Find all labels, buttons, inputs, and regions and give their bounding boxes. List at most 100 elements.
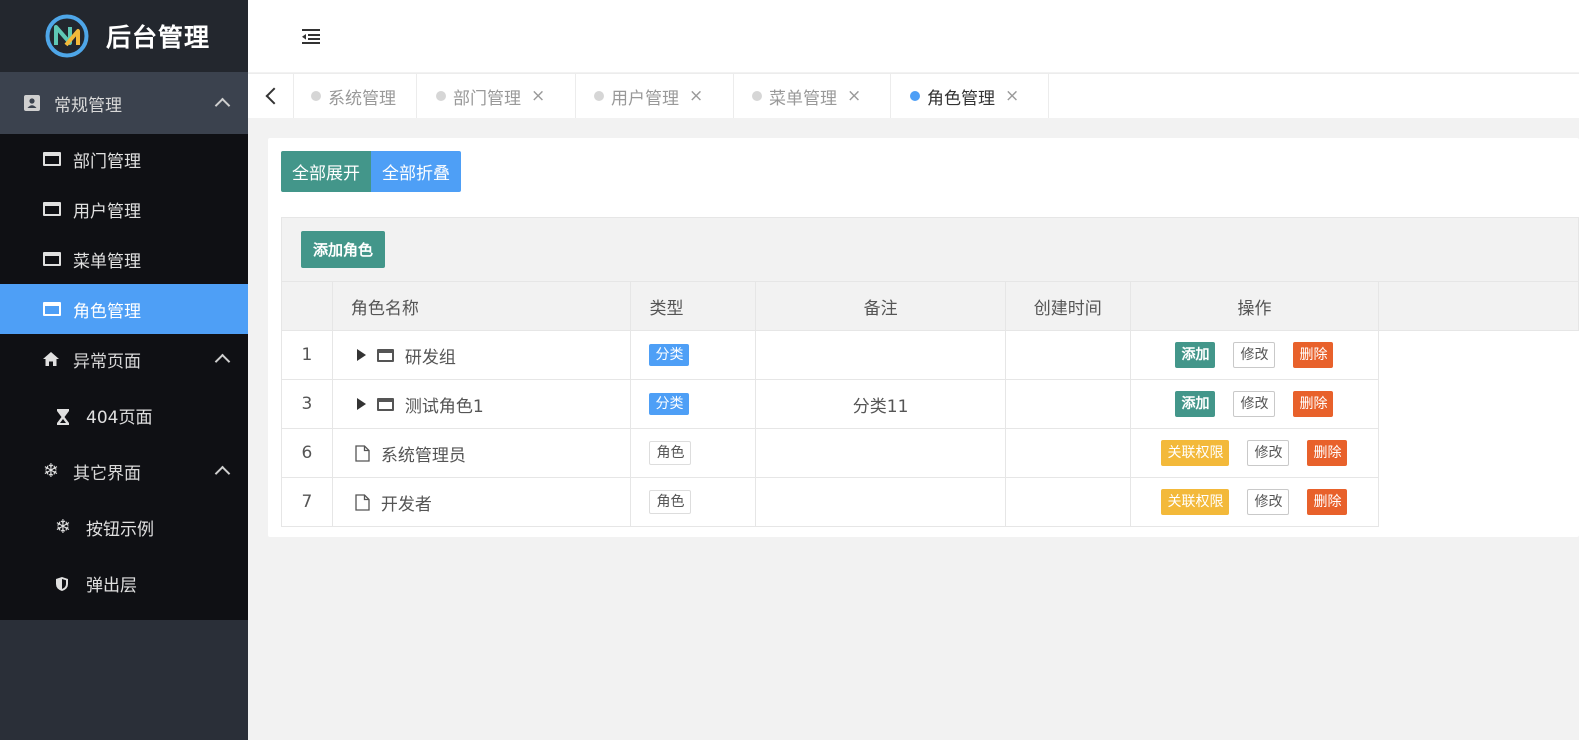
- shield-icon: [55, 576, 73, 591]
- window-icon: [376, 348, 394, 362]
- sidebar-group-label: 其它界面: [73, 463, 141, 484]
- sidebar-item-users[interactable]: 用户管理: [0, 184, 248, 234]
- type-badge: 角色: [649, 441, 692, 465]
- logo-icon: [45, 14, 89, 58]
- table-row: 7 开发者 角色 关联权限 修改 删除: [281, 477, 1579, 527]
- contact-card-icon: [23, 94, 41, 112]
- type-badge: 分类: [649, 393, 690, 415]
- row-id: 6: [281, 428, 333, 478]
- table-row: 1 研发组 分类 添加 修改 删除: [281, 330, 1579, 380]
- tab-users[interactable]: 用户管理 ×: [577, 74, 734, 118]
- sidebar-item-label: 部门管理: [73, 151, 141, 172]
- sidebar-group-error-pages[interactable]: 异常页面: [0, 334, 248, 384]
- sidebar-group-other[interactable]: ❄ 其它界面: [0, 446, 248, 496]
- window-icon: [43, 202, 61, 216]
- table-row: 3 测试角色1 分类 分类11 添加 修改 删除: [281, 379, 1579, 429]
- tab-dot-icon: [594, 91, 604, 101]
- row-id: 7: [281, 477, 333, 527]
- collapse-all-button[interactable]: 全部折叠: [371, 151, 461, 192]
- table-header-row: 角色名称 类型 备注 创建时间 操作: [281, 281, 1579, 331]
- sidebar-item-popup[interactable]: 弹出层: [0, 558, 248, 608]
- snowflake-icon: ❄: [43, 460, 59, 482]
- role-name: 研发组: [404, 347, 456, 368]
- content-panel: 全部展开 全部折叠 添加角色 角色名称 类型 备注 创建时间 操作 1 研发组 …: [268, 138, 1579, 537]
- tab-label: 系统管理: [328, 88, 396, 109]
- remark-cell: [755, 428, 1006, 478]
- delete-button[interactable]: 删除: [1293, 391, 1334, 417]
- column-header: 角色名称: [331, 281, 632, 331]
- chevron-up-icon: [214, 97, 231, 114]
- add-role-button[interactable]: 添加角色: [301, 231, 385, 268]
- top-header: [248, 0, 1579, 72]
- sidebar-item-label: 角色管理: [73, 301, 141, 322]
- remark-cell: [755, 477, 1006, 527]
- created-cell: [1004, 428, 1131, 478]
- edit-button[interactable]: 修改: [1247, 489, 1290, 515]
- tab-dot-icon: [436, 91, 446, 101]
- expand-all-button[interactable]: 全部展开: [281, 151, 371, 192]
- expand-caret-icon[interactable]: [356, 398, 366, 410]
- column-header-filler: [1378, 281, 1579, 331]
- close-icon[interactable]: ×: [1005, 87, 1019, 105]
- expand-caret-icon[interactable]: [356, 349, 366, 361]
- roles-table: 角色名称 类型 备注 创建时间 操作 1 研发组 分类 添加 修改 删除 3 测…: [281, 281, 1579, 527]
- add-button[interactable]: 添加: [1175, 391, 1216, 417]
- delete-button[interactable]: 删除: [1293, 342, 1334, 368]
- remark-cell: 分类11: [755, 379, 1006, 429]
- tab-dot-icon: [311, 91, 321, 101]
- role-name: 开发者: [380, 494, 432, 515]
- remark-cell: [755, 330, 1006, 380]
- role-name: 测试角色1: [404, 396, 484, 417]
- window-icon: [43, 302, 61, 316]
- tab-menus[interactable]: 菜单管理 ×: [735, 74, 891, 118]
- edit-button[interactable]: 修改: [1247, 440, 1290, 466]
- sidebar: 后台管理 常规管理 部门管理 用户管理 菜单管理 角色管理 异常页面 404页面…: [0, 0, 248, 740]
- created-cell: [1004, 330, 1131, 380]
- sidebar-item-buttons[interactable]: ❄ 按钮示例: [0, 496, 248, 558]
- hourglass-icon: [55, 408, 73, 425]
- row-id: 1: [281, 330, 333, 380]
- edit-button[interactable]: 修改: [1233, 391, 1276, 417]
- window-icon: [43, 252, 61, 266]
- tab-label: 用户管理: [611, 88, 679, 109]
- sidebar-item-department[interactable]: 部门管理: [0, 134, 248, 184]
- type-badge: 角色: [649, 490, 692, 514]
- column-header: 创建时间: [1004, 281, 1131, 331]
- created-cell: [1004, 477, 1131, 527]
- tab-roles[interactable]: 角色管理 ×: [892, 74, 1049, 118]
- tab-label: 角色管理: [927, 88, 995, 109]
- tabs-scroll-left-button[interactable]: [248, 74, 294, 118]
- row-id: 3: [281, 379, 333, 429]
- sidebar-item-404[interactable]: 404页面: [0, 384, 248, 446]
- file-icon: [355, 493, 370, 511]
- column-header: 类型: [630, 281, 757, 331]
- table-toolbar: 添加角色: [281, 217, 1579, 282]
- delete-button[interactable]: 删除: [1307, 489, 1348, 515]
- tab-department[interactable]: 部门管理 ×: [418, 74, 576, 118]
- add-button[interactable]: 添加: [1175, 342, 1216, 368]
- file-icon: [355, 444, 370, 462]
- sidebar-item-menus[interactable]: 菜单管理: [0, 234, 248, 284]
- tab-system[interactable]: 系统管理: [294, 74, 417, 118]
- sidebar-group-label: 异常页面: [73, 351, 141, 372]
- home-icon: [42, 350, 60, 368]
- snowflake-icon: ❄: [55, 516, 71, 538]
- column-header: [281, 281, 333, 331]
- close-icon[interactable]: ×: [847, 87, 861, 105]
- sidebar-item-label: 弹出层: [86, 575, 137, 596]
- tab-dot-icon: [910, 91, 920, 101]
- edit-button[interactable]: 修改: [1233, 342, 1276, 368]
- close-icon[interactable]: ×: [531, 87, 545, 105]
- tab-label: 部门管理: [453, 88, 521, 109]
- window-icon: [43, 152, 61, 166]
- sidebar-group-general[interactable]: 常规管理: [0, 72, 248, 134]
- table-row: 6 系统管理员 角色 关联权限 修改 删除: [281, 428, 1579, 478]
- sidebar-item-roles[interactable]: 角色管理: [0, 284, 248, 334]
- close-icon[interactable]: ×: [689, 87, 703, 105]
- logo-area: 后台管理: [0, 0, 248, 72]
- link-permissions-button[interactable]: 关联权限: [1161, 489, 1230, 515]
- menu-fold-icon[interactable]: [301, 27, 321, 45]
- link-permissions-button[interactable]: 关联权限: [1161, 440, 1230, 466]
- delete-button[interactable]: 删除: [1307, 440, 1348, 466]
- created-cell: [1004, 379, 1131, 429]
